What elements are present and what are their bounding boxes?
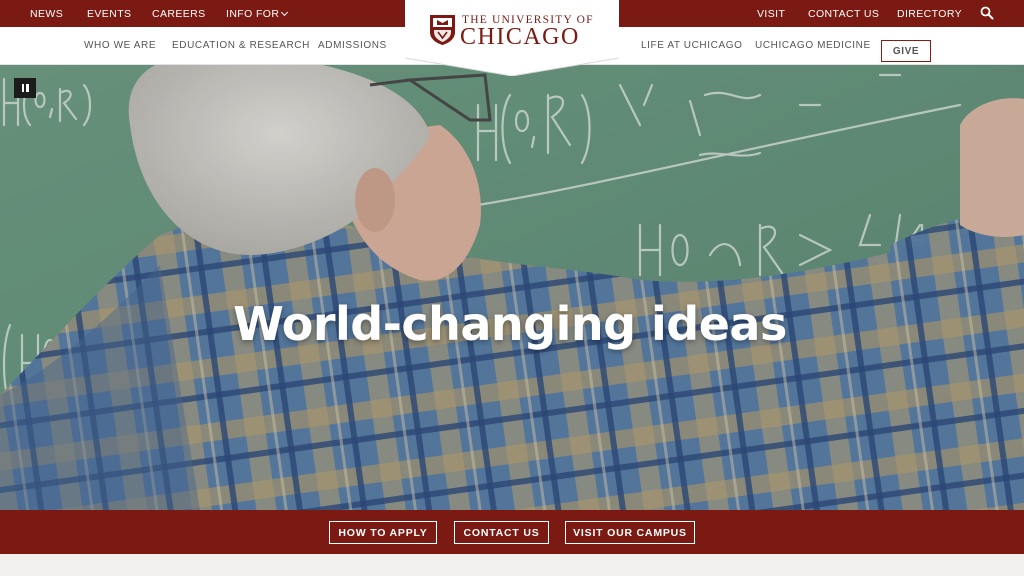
nav-careers[interactable]: CAREERS bbox=[152, 8, 206, 20]
nav-education-research[interactable]: EDUCATION & RESEARCH bbox=[172, 40, 310, 51]
nav-admissions[interactable]: ADMISSIONS bbox=[318, 40, 387, 51]
nav-info-for[interactable]: INFO FOR bbox=[226, 8, 289, 20]
nav-info-for-label: INFO FOR bbox=[226, 8, 280, 20]
give-button[interactable]: GIVE bbox=[881, 40, 931, 62]
next-section-edge bbox=[0, 554, 1024, 576]
how-to-apply-button[interactable]: HOW TO APPLY bbox=[329, 521, 437, 544]
visit-our-campus-button[interactable]: VISIT OUR CAMPUS bbox=[565, 521, 695, 544]
nav-uchicago-medicine[interactable]: UCHICAGO MEDICINE bbox=[755, 40, 871, 51]
hero-title: World-changing ideas bbox=[233, 297, 787, 351]
nav-directory[interactable]: DIRECTORY bbox=[897, 8, 962, 20]
nav-life-at-uchicago[interactable]: LIFE AT UCHICAGO bbox=[641, 40, 742, 51]
search-icon[interactable] bbox=[980, 6, 994, 20]
nav-news[interactable]: NEWS bbox=[30, 8, 63, 20]
logo-text-main: CHICAGO bbox=[460, 24, 580, 50]
contact-us-button[interactable]: CONTACT US bbox=[454, 521, 549, 544]
chevron-down-icon bbox=[281, 8, 289, 17]
nav-events[interactable]: EVENTS bbox=[87, 8, 131, 20]
hero-banner: World-changing ideas bbox=[0, 65, 1024, 510]
hero-image bbox=[0, 65, 1024, 510]
university-logo[interactable]: THE UNIVERSITY OF CHICAGO bbox=[405, 0, 619, 76]
nav-who-we-are[interactable]: WHO WE ARE bbox=[84, 40, 156, 51]
nav-contact-us[interactable]: CONTACT US bbox=[808, 8, 879, 20]
cta-bar: HOW TO APPLY CONTACT US VISIT OUR CAMPUS bbox=[0, 510, 1024, 554]
nav-visit[interactable]: VISIT bbox=[757, 8, 785, 20]
pause-icon bbox=[21, 84, 24, 92]
shield-icon bbox=[430, 15, 455, 45]
pause-button[interactable] bbox=[14, 78, 36, 98]
